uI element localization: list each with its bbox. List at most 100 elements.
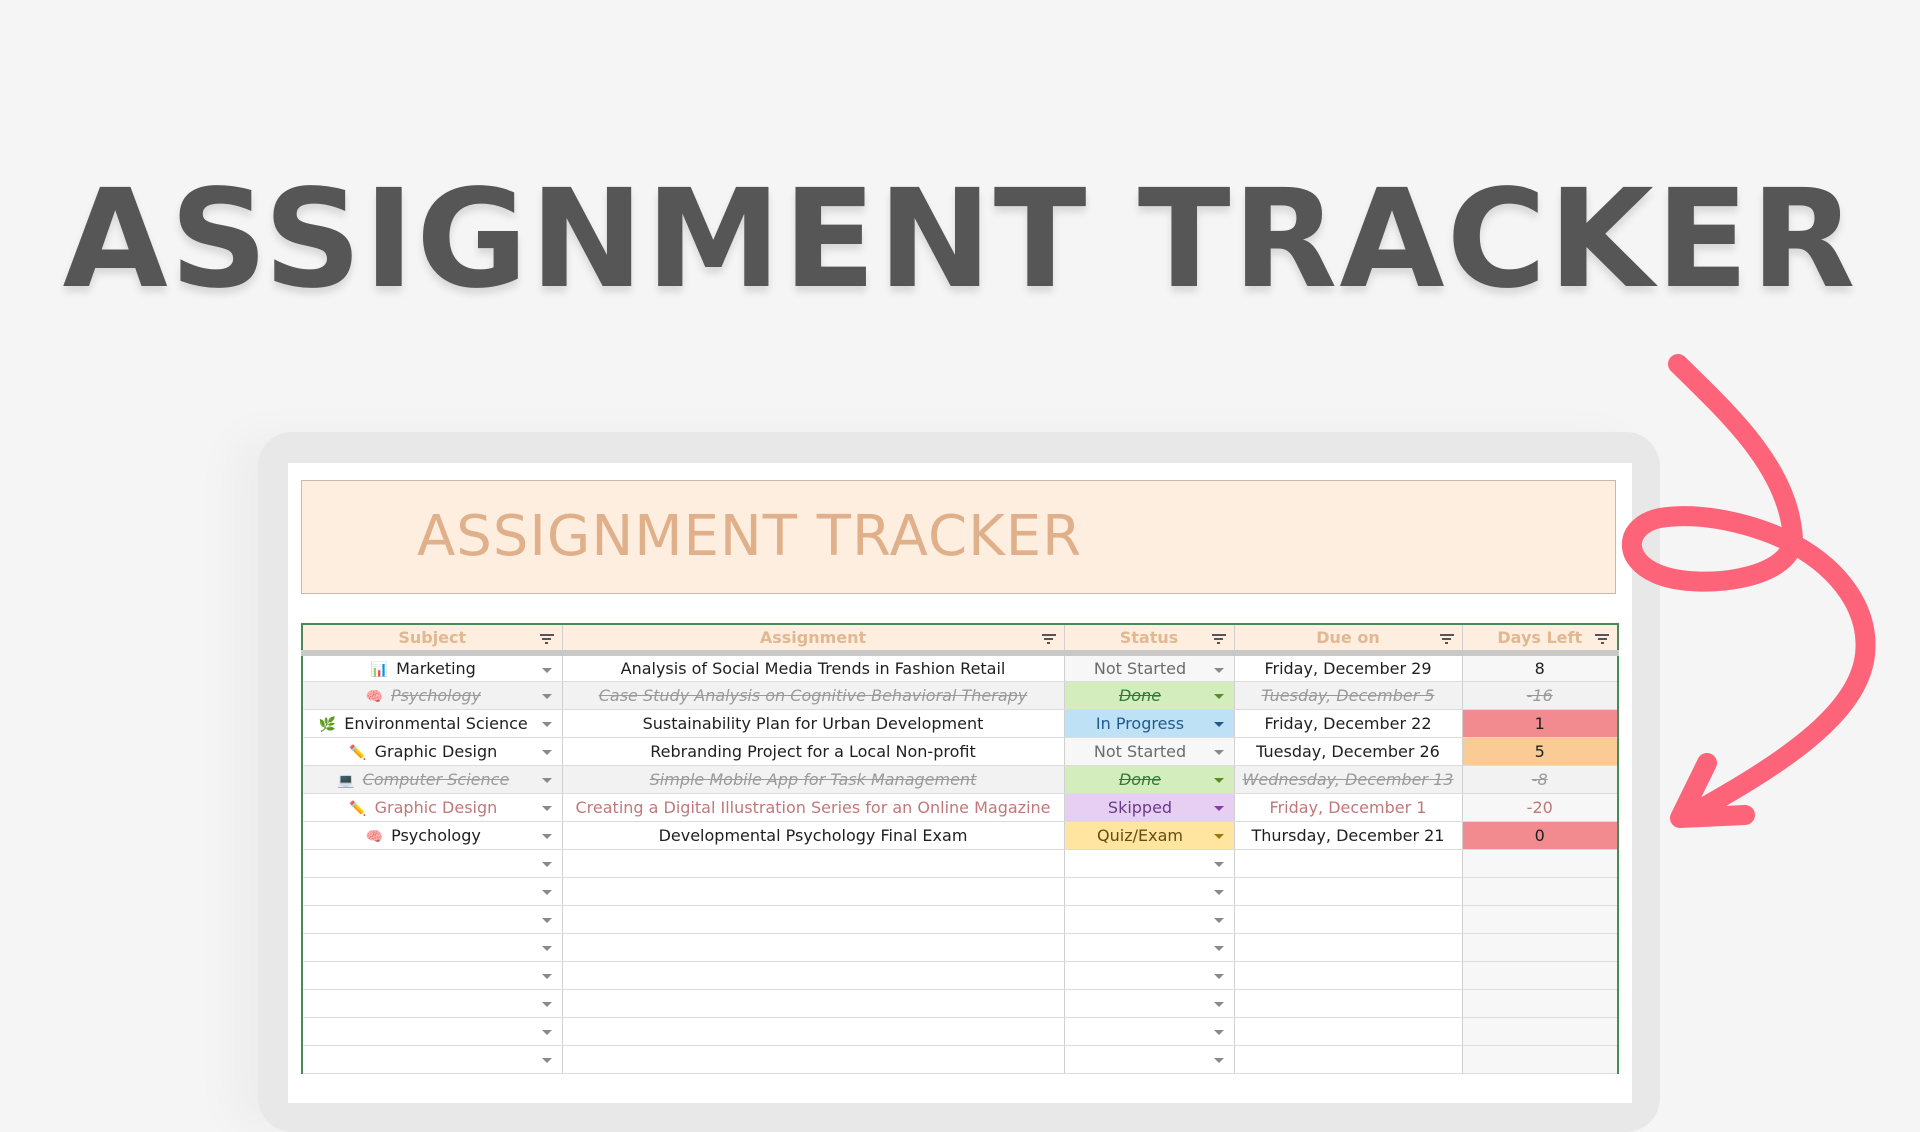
- status-dropdown[interactable]: [1064, 961, 1235, 990]
- subject-cell[interactable]: [302, 933, 563, 962]
- assignment-cell[interactable]: [562, 989, 1065, 1018]
- dropdown-caret-icon[interactable]: [1213, 1029, 1224, 1035]
- filter-icon[interactable]: [1595, 634, 1609, 644]
- dropdown-caret-icon[interactable]: [541, 945, 552, 951]
- dropdown-caret-icon[interactable]: [1213, 945, 1224, 951]
- column-header-subject[interactable]: Subject: [302, 624, 563, 656]
- assignment-cell[interactable]: Simple Mobile App for Task Management: [562, 765, 1065, 794]
- subject-cell[interactable]: [302, 1017, 563, 1046]
- due-date-cell[interactable]: Wednesday, December 13: [1234, 765, 1463, 794]
- status-dropdown[interactable]: Done: [1064, 681, 1235, 710]
- assignment-cell[interactable]: Case Study Analysis on Cognitive Behavio…: [562, 681, 1065, 710]
- dropdown-caret-icon[interactable]: [1213, 917, 1224, 923]
- assignment-cell[interactable]: [562, 877, 1065, 906]
- dropdown-caret-icon[interactable]: [541, 973, 552, 979]
- due-date-cell[interactable]: [1234, 905, 1463, 934]
- dropdown-caret-icon[interactable]: [1213, 777, 1224, 783]
- dropdown-caret-icon[interactable]: [541, 833, 552, 839]
- status-dropdown[interactable]: Quiz/Exam: [1064, 821, 1235, 850]
- subject-cell[interactable]: [302, 1045, 563, 1074]
- dropdown-caret-icon[interactable]: [541, 917, 552, 923]
- status-dropdown[interactable]: [1064, 877, 1235, 906]
- subject-cell[interactable]: 🧠 Psychology: [302, 821, 563, 850]
- dropdown-caret-icon[interactable]: [1213, 1057, 1224, 1063]
- dropdown-caret-icon[interactable]: [1213, 668, 1224, 673]
- dropdown-caret-icon[interactable]: [541, 889, 552, 895]
- dropdown-caret-icon[interactable]: [1213, 693, 1224, 699]
- status-dropdown[interactable]: Skipped: [1064, 793, 1235, 822]
- due-date-cell[interactable]: Thursday, December 21: [1234, 821, 1463, 850]
- dropdown-caret-icon[interactable]: [541, 721, 552, 727]
- subject-cell[interactable]: 📊 Marketing: [302, 653, 563, 682]
- dropdown-caret-icon[interactable]: [1213, 749, 1224, 755]
- subject-cell[interactable]: [302, 989, 563, 1018]
- assignment-cell[interactable]: [562, 849, 1065, 878]
- dropdown-caret-icon[interactable]: [1213, 1001, 1224, 1007]
- assignment-cell[interactable]: Analysis of Social Media Trends in Fashi…: [562, 653, 1065, 682]
- dropdown-caret-icon[interactable]: [1213, 721, 1224, 727]
- subject-cell[interactable]: 💻 Computer Science: [302, 765, 563, 794]
- assignment-cell[interactable]: Sustainability Plan for Urban Developmen…: [562, 709, 1065, 738]
- dropdown-caret-icon[interactable]: [541, 1057, 552, 1063]
- due-date-cell[interactable]: [1234, 849, 1463, 878]
- dropdown-caret-icon[interactable]: [541, 1001, 552, 1007]
- subject-cell[interactable]: [302, 905, 563, 934]
- due-date-cell[interactable]: [1234, 989, 1463, 1018]
- subject-cell[interactable]: ✏️ Graphic Design: [302, 793, 563, 822]
- dropdown-caret-icon[interactable]: [1213, 889, 1224, 895]
- status-dropdown[interactable]: [1064, 989, 1235, 1018]
- status-dropdown[interactable]: Not Started: [1064, 737, 1235, 766]
- subject-cell[interactable]: [302, 961, 563, 990]
- filter-icon[interactable]: [539, 634, 554, 644]
- assignment-cell[interactable]: [562, 905, 1065, 934]
- assignment-cell[interactable]: Creating a Digital Illustration Series f…: [562, 793, 1065, 822]
- due-date-cell[interactable]: Friday, December 22: [1234, 709, 1463, 738]
- dropdown-caret-icon[interactable]: [1213, 805, 1224, 811]
- status-dropdown[interactable]: [1064, 905, 1235, 934]
- column-header-days-left[interactable]: Days Left: [1462, 624, 1619, 656]
- filter-icon[interactable]: [1041, 634, 1056, 644]
- dropdown-caret-icon[interactable]: [541, 805, 552, 811]
- dropdown-caret-icon[interactable]: [541, 749, 552, 755]
- status-dropdown[interactable]: Not Started: [1064, 653, 1235, 682]
- status-dropdown[interactable]: In Progress: [1064, 709, 1235, 738]
- subject-cell[interactable]: ✏️ Graphic Design: [302, 737, 563, 766]
- due-date-cell[interactable]: Tuesday, December 5: [1234, 681, 1463, 710]
- status-dropdown[interactable]: [1064, 1045, 1235, 1074]
- subject-cell[interactable]: [302, 877, 563, 906]
- subject-cell[interactable]: 🌿 Environmental Science: [302, 709, 563, 738]
- assignment-cell[interactable]: [562, 933, 1065, 962]
- assignment-cell[interactable]: Developmental Psychology Final Exam: [562, 821, 1065, 850]
- status-dropdown[interactable]: Done: [1064, 765, 1235, 794]
- due-date-cell[interactable]: [1234, 1045, 1463, 1074]
- dropdown-caret-icon[interactable]: [541, 861, 552, 867]
- status-dropdown[interactable]: [1064, 849, 1235, 878]
- assignment-cell[interactable]: [562, 1017, 1065, 1046]
- assignment-cell[interactable]: [562, 961, 1065, 990]
- due-date-cell[interactable]: [1234, 933, 1463, 962]
- dropdown-caret-icon[interactable]: [1213, 861, 1224, 867]
- due-date-cell[interactable]: [1234, 1017, 1463, 1046]
- subject-cell[interactable]: [302, 849, 563, 878]
- due-date-cell[interactable]: Tuesday, December 26: [1234, 737, 1463, 766]
- column-header-assignment[interactable]: Assignment: [562, 624, 1065, 656]
- due-date-cell[interactable]: [1234, 961, 1463, 990]
- due-date-cell[interactable]: Friday, December 29: [1234, 653, 1463, 682]
- assignment-cell[interactable]: [562, 1045, 1065, 1074]
- filter-icon[interactable]: [1439, 634, 1454, 644]
- dropdown-caret-icon[interactable]: [1213, 833, 1224, 839]
- status-dropdown[interactable]: [1064, 1017, 1235, 1046]
- filter-icon[interactable]: [1211, 634, 1226, 644]
- dropdown-caret-icon[interactable]: [1213, 973, 1224, 979]
- dropdown-caret-icon[interactable]: [541, 668, 552, 673]
- status-dropdown[interactable]: [1064, 933, 1235, 962]
- dropdown-caret-icon[interactable]: [541, 1029, 552, 1035]
- subject-cell[interactable]: 🧠 Psychology: [302, 681, 563, 710]
- due-date-cell[interactable]: Friday, December 1: [1234, 793, 1463, 822]
- dropdown-caret-icon[interactable]: [541, 777, 552, 783]
- column-header-status[interactable]: Status: [1064, 624, 1235, 656]
- due-date-cell[interactable]: [1234, 877, 1463, 906]
- assignment-cell[interactable]: Rebranding Project for a Local Non-profi…: [562, 737, 1065, 766]
- dropdown-caret-icon[interactable]: [541, 693, 552, 699]
- column-header-due-on[interactable]: Due on: [1234, 624, 1463, 656]
